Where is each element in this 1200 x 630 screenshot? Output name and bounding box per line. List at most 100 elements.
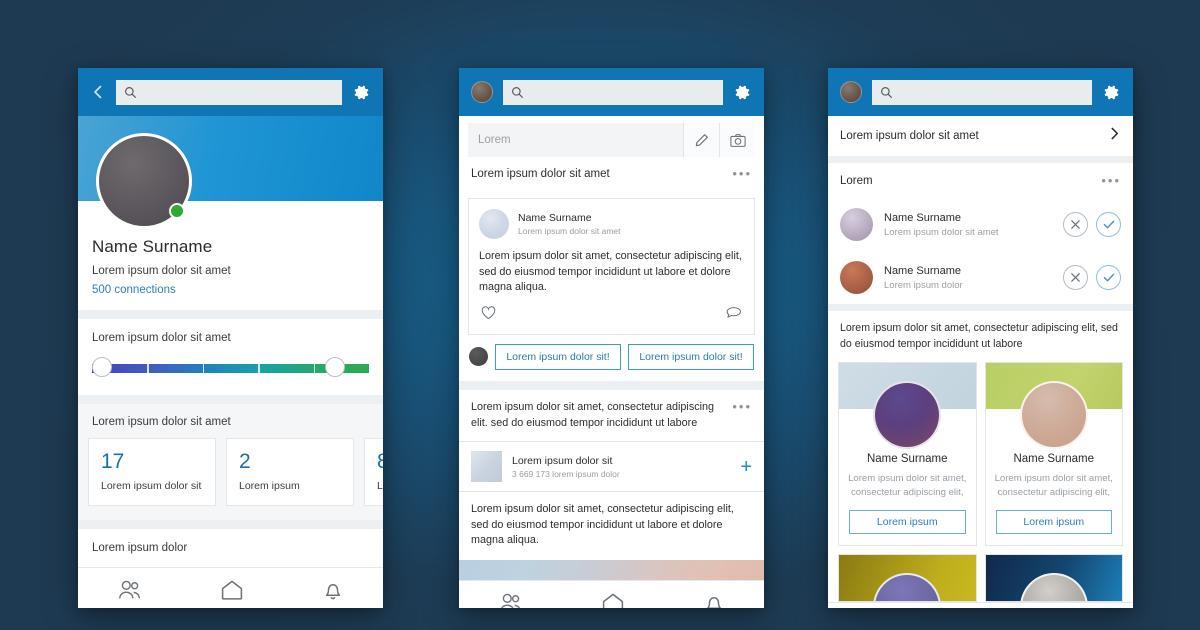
person-card-avatar-4 xyxy=(1019,572,1088,601)
stats-row: 17 Lorem ipsum dolor sit 2 Lorem ipsum 8… xyxy=(78,438,383,520)
slider-section: Lorem ipsum dolor sit amet xyxy=(78,319,383,395)
slider-tick xyxy=(258,364,260,373)
people-card-grid: Name Surname Lorem ipsum dolor sit amet,… xyxy=(828,361,1133,546)
person-card-banner xyxy=(839,362,976,449)
more-horizontal-icon[interactable]: ••• xyxy=(732,167,752,180)
people-icon[interactable] xyxy=(117,579,143,601)
post-avatar[interactable] xyxy=(479,209,509,239)
heart-icon[interactable] xyxy=(481,306,496,325)
search-icon xyxy=(881,86,892,98)
slider-tick xyxy=(313,364,316,373)
app-bar xyxy=(78,68,383,116)
invite-avatar-1[interactable] xyxy=(840,208,873,241)
divider xyxy=(828,304,1133,311)
list-thumbnail xyxy=(471,451,502,483)
bell-icon[interactable] xyxy=(703,592,725,608)
reply-button[interactable]: Lorem ipsum dolor sit! xyxy=(628,343,754,370)
person-card-banner xyxy=(985,362,1122,449)
people-card-grid-row2 xyxy=(828,545,1133,602)
range-slider[interactable] xyxy=(92,357,369,379)
user-avatar[interactable] xyxy=(471,81,493,103)
stat-label: Lorem ipsum xyxy=(239,480,300,492)
reply-button[interactable]: Lorem ipsum dolor sit! xyxy=(495,343,621,370)
secondary-block-header: Lorem ipsum dolor sit amet, consectetur … xyxy=(459,390,764,441)
search-input[interactable] xyxy=(503,79,723,105)
invitation-subtitle: Lorem ipsum dolor xyxy=(884,279,963,291)
user-avatar[interactable] xyxy=(840,81,862,103)
profile-headline: Lorem ipsum dolor sit amet xyxy=(92,265,231,277)
camera-icon[interactable] xyxy=(719,123,755,157)
post-actions xyxy=(469,302,754,334)
search-input[interactable] xyxy=(116,79,342,105)
online-status-dot xyxy=(169,203,185,219)
more-horizontal-icon[interactable]: ••• xyxy=(1101,174,1121,187)
footer-section-title: Lorem ipsum dolor xyxy=(78,529,383,567)
phone-profile-screen: Name Surname Lorem ipsum dolor sit amet … xyxy=(78,68,383,608)
bottom-navigation xyxy=(828,601,1133,608)
close-circle-icon[interactable] xyxy=(1063,212,1088,237)
profile-avatar[interactable] xyxy=(96,133,192,229)
compose-bar: Lorem xyxy=(468,123,755,157)
bottom-navigation xyxy=(459,580,764,608)
comment-icon[interactable] xyxy=(726,306,742,325)
divider xyxy=(78,395,383,404)
invitation-subtitle: Lorem ipsum dolor sit amet xyxy=(884,226,999,238)
person-card-banner xyxy=(985,554,1122,601)
list-item-meta: 3 669 173 lorem ipsum dolor xyxy=(512,468,620,479)
check-circle-icon[interactable] xyxy=(1096,212,1121,237)
person-card-banner xyxy=(839,554,976,601)
bell-icon[interactable] xyxy=(322,579,344,601)
connections-link[interactable]: 500 connections xyxy=(92,284,369,296)
reply-avatar[interactable] xyxy=(469,347,488,367)
people-icon[interactable] xyxy=(498,592,524,608)
gear-icon[interactable] xyxy=(352,83,371,102)
chevron-right-icon[interactable] xyxy=(1108,127,1121,145)
slider-knob-min[interactable] xyxy=(92,357,112,377)
stat-card[interactable]: 17 Lorem ipsum dolor sit xyxy=(88,438,216,506)
stats-section-title: Lorem ipsum dolor sit amet xyxy=(78,404,383,438)
list-item[interactable]: Lorem ipsum dolor sit 3 669 173 lorem ip… xyxy=(459,442,764,491)
phone-feed-screen: Lorem Lorem ipsum dolor sit amet ••• Nam… xyxy=(459,68,764,608)
divider xyxy=(78,520,383,529)
divider xyxy=(828,156,1133,163)
plus-icon[interactable]: + xyxy=(740,457,752,477)
person-card[interactable]: Name Surname Lorem ipsum dolor sit amet,… xyxy=(984,361,1123,546)
search-icon xyxy=(512,86,523,98)
divider xyxy=(78,310,383,319)
slider-section-title: Lorem ipsum dolor sit amet xyxy=(92,332,231,344)
gear-icon[interactable] xyxy=(1102,83,1121,102)
section-row: Lorem ••• xyxy=(828,163,1133,198)
nav-row[interactable]: Lorem ipsum dolor sit amet xyxy=(828,116,1133,156)
gear-icon[interactable] xyxy=(733,83,752,102)
person-card-button[interactable]: Lorem ipsum xyxy=(849,509,966,534)
secondary-block-text: Lorem ipsum dolor sit amet, consectetur … xyxy=(471,400,715,429)
stat-card[interactable]: 8 Lorem ipsum dolor xyxy=(364,438,383,506)
person-card[interactable] xyxy=(984,553,1123,602)
stat-label: Lorem ipsum dolor xyxy=(377,480,383,492)
tertiary-block-text: Lorem ipsum dolor sit amet, consectetur … xyxy=(471,503,734,547)
pencil-icon[interactable] xyxy=(683,123,719,157)
stat-card[interactable]: 2 Lorem ipsum xyxy=(226,438,354,506)
post-card: Name Surname Lorem ipsum dolor sit amet … xyxy=(468,198,755,335)
feed-photo[interactable] xyxy=(459,560,764,581)
home-icon[interactable] xyxy=(601,592,625,608)
home-icon[interactable] xyxy=(220,579,244,601)
person-card[interactable]: Name Surname Lorem ipsum dolor sit amet,… xyxy=(838,361,977,546)
person-card-avatar-3 xyxy=(873,572,942,601)
check-circle-icon[interactable] xyxy=(1096,265,1121,290)
more-horizontal-icon[interactable]: ••• xyxy=(732,400,752,413)
search-input[interactable] xyxy=(872,79,1092,105)
nav-row-title: Lorem ipsum dolor sit amet xyxy=(840,130,979,142)
person-card-button[interactable]: Lorem ipsum xyxy=(995,509,1112,534)
invitation-row: Name Surname Lorem ipsum dolor xyxy=(828,251,1133,304)
slider-knob-max[interactable] xyxy=(324,357,345,377)
app-bar xyxy=(459,68,764,116)
post-body: Lorem ipsum dolor sit amet, consectetur … xyxy=(479,250,742,294)
compose-input[interactable]: Lorem xyxy=(468,123,683,157)
search-icon xyxy=(125,86,136,98)
bottom-navigation xyxy=(78,567,383,608)
close-circle-icon[interactable] xyxy=(1063,265,1088,290)
invite-avatar-2[interactable] xyxy=(840,261,873,294)
chevron-left-icon[interactable] xyxy=(90,84,106,100)
person-card[interactable] xyxy=(838,553,977,602)
